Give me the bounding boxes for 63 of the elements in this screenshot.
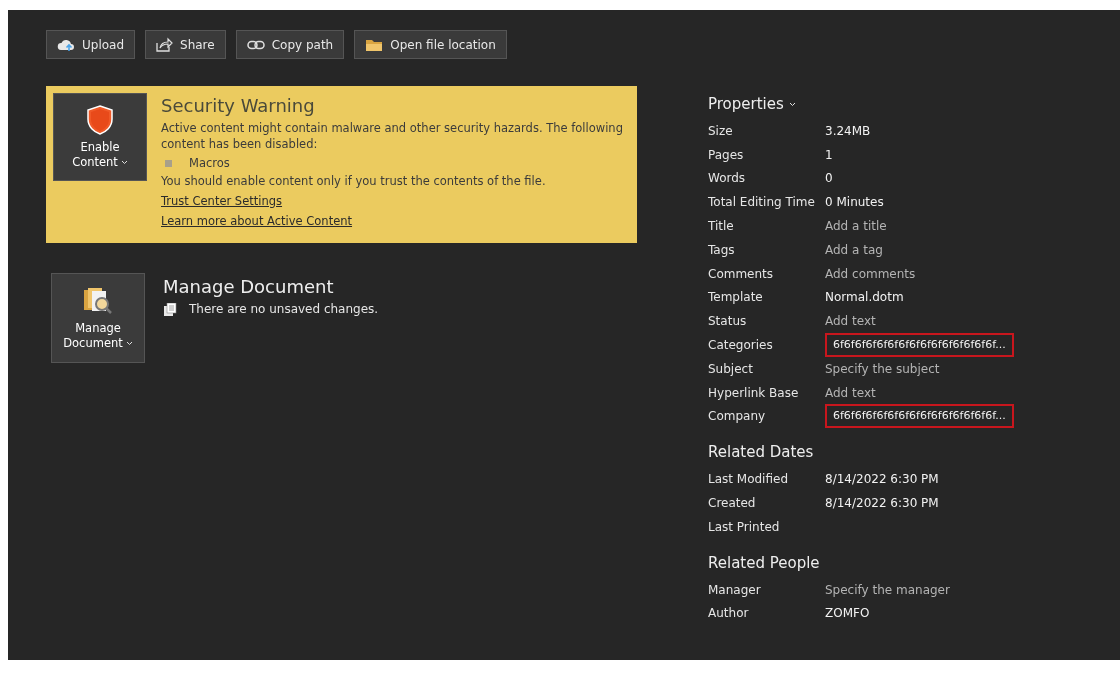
warning-advice: You should enable content only if you trust the contents of the file. bbox=[161, 173, 547, 189]
property-label: Title bbox=[708, 219, 735, 234]
property-field[interactable]: Add a tag bbox=[825, 242, 883, 257]
manage-document-button[interactable]: Manage Document bbox=[51, 273, 145, 363]
warning-message: Active content might contain malware and other security hazards. The following content has been disabled: bbox=[161, 120, 624, 152]
toolbar-button[interactable]: Upload bbox=[46, 30, 136, 59]
property-field[interactable]: Add comments bbox=[825, 266, 916, 281]
property-label: Created bbox=[708, 496, 757, 511]
property-label: Subject bbox=[708, 361, 754, 376]
shield-icon bbox=[87, 105, 113, 135]
property-field[interactable]: Specify the subject bbox=[825, 361, 940, 376]
property-label: Words bbox=[708, 171, 747, 186]
property-label: Hyperlink Base bbox=[708, 385, 800, 400]
property-label: Company bbox=[708, 409, 767, 424]
status-text: There are no unsaved changes. bbox=[189, 302, 379, 316]
property-field[interactable]: Add text bbox=[825, 385, 876, 400]
link-icon bbox=[246, 39, 265, 50]
chevron-down-icon bbox=[120, 159, 128, 165]
cloud-upload-icon bbox=[57, 37, 75, 52]
toolbar-button[interactable]: Copy path bbox=[235, 30, 345, 59]
warning-link[interactable]: Learn more about Active Content bbox=[161, 213, 353, 229]
property-value: 1 bbox=[825, 147, 833, 162]
bullet-icon bbox=[165, 159, 172, 167]
toolbar-button[interactable]: Share bbox=[145, 30, 226, 59]
folder-icon bbox=[365, 37, 384, 52]
property-value: 3.24MB bbox=[825, 123, 871, 138]
property-value: Normal.dotm bbox=[825, 290, 904, 305]
share-icon bbox=[156, 37, 174, 52]
property-value: ZOMFO bbox=[825, 606, 870, 621]
property-value: 8/14/2022 6:30 PM bbox=[825, 496, 939, 511]
disabled-item: Macros bbox=[189, 155, 230, 171]
warning-title: Security Warning bbox=[161, 94, 316, 118]
property-field[interactable]: Add text bbox=[825, 314, 876, 329]
property-value: 0 bbox=[825, 171, 833, 186]
property-label: Pages bbox=[708, 147, 745, 162]
enable-content-button[interactable]: Enable Content bbox=[53, 93, 147, 181]
property-label: Status bbox=[708, 314, 748, 329]
property-label: Author bbox=[708, 606, 750, 621]
section-title: Related Dates bbox=[708, 443, 814, 462]
property-field[interactable]: Add a title bbox=[825, 219, 887, 234]
section-title: Properties bbox=[708, 95, 784, 113]
section-title: Related People bbox=[708, 553, 820, 572]
property-label: Last Modified bbox=[708, 472, 789, 487]
section-title: Manage Document bbox=[163, 275, 335, 299]
property-label: Comments bbox=[708, 266, 775, 281]
documents-magnifier-icon bbox=[82, 286, 114, 316]
toolbar-button[interactable]: Open file location bbox=[354, 30, 507, 59]
property-value: 0 Minutes bbox=[825, 195, 884, 210]
property-label: Tags bbox=[708, 242, 736, 257]
property-label: Last Printed bbox=[708, 519, 781, 534]
document-stack-icon bbox=[163, 302, 177, 316]
property-label: Template bbox=[708, 290, 764, 305]
chevron-down-icon bbox=[125, 340, 133, 346]
warning-link[interactable]: Trust Center Settings bbox=[161, 193, 283, 209]
property-value: 6f6f6f6f6f6f6f6f6f6f6f6f6f6f6f... bbox=[825, 333, 1014, 358]
property-label: Size bbox=[708, 123, 734, 138]
property-label: Categories bbox=[708, 338, 774, 353]
property-value: 6f6f6f6f6f6f6f6f6f6f6f6f6f6f6f... bbox=[825, 404, 1014, 429]
property-label: Manager bbox=[708, 582, 762, 597]
chevron-down-icon bbox=[788, 101, 796, 107]
property-field[interactable]: Specify the manager bbox=[825, 582, 950, 597]
property-label: Total Editing Time bbox=[708, 195, 816, 210]
property-value: 8/14/2022 6:30 PM bbox=[825, 472, 939, 487]
